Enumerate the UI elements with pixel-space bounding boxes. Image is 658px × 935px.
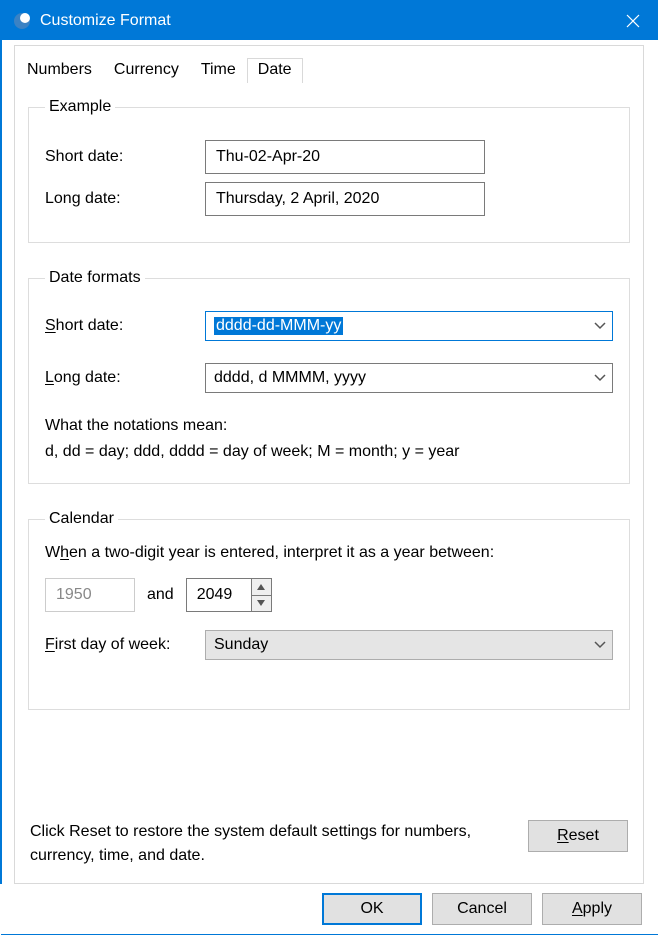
- first-day-combo[interactable]: Sunday: [205, 630, 613, 660]
- tab-time[interactable]: Time: [190, 58, 247, 83]
- long-date-format-value: dddd, d MMMM, yyyy: [214, 369, 366, 387]
- chevron-down-icon: [594, 369, 606, 387]
- reset-help-text: Click Reset to restore the system defaul…: [30, 820, 508, 868]
- tab-strip: Numbers Currency Time Date: [2, 40, 658, 83]
- ok-button[interactable]: OK: [322, 893, 422, 925]
- label-example-short: Short date:: [45, 148, 205, 166]
- apply-button[interactable]: Apply: [542, 893, 642, 925]
- year-to-spinner[interactable]: 2049: [186, 578, 272, 612]
- value-example-short: Thu-02-Apr-20: [205, 140, 485, 174]
- label-short-date-format: Short date:: [45, 317, 205, 335]
- first-day-value: Sunday: [214, 636, 268, 654]
- chevron-down-icon: [594, 636, 606, 654]
- group-example: Example Short date: Thu-02-Apr-20 Long d…: [28, 98, 630, 243]
- short-date-format-combo[interactable]: dddd-dd-MMM-yy: [205, 311, 613, 341]
- notations-line2: d, dd = day; ddd, dddd = day of week; M …: [45, 439, 613, 465]
- legend-calendar: Calendar: [45, 510, 118, 528]
- spin-up-icon[interactable]: [252, 579, 271, 596]
- app-icon: [12, 11, 32, 31]
- label-and: and: [147, 586, 174, 604]
- long-date-format-combo[interactable]: dddd, d MMMM, yyyy: [205, 363, 613, 393]
- spin-down-icon[interactable]: [252, 596, 271, 612]
- year-to-value: 2049: [187, 579, 251, 611]
- reset-button[interactable]: Reset: [528, 820, 628, 852]
- notations-line1: What the notations mean:: [45, 413, 613, 439]
- year-from-input: 1950: [45, 578, 135, 612]
- group-calendar: Calendar When a two-digit year is entere…: [28, 510, 630, 710]
- chevron-down-icon: [594, 317, 606, 335]
- group-date-formats: Date formats Short date: dddd-dd-MMM-yy …: [28, 269, 630, 484]
- value-example-long: Thursday, 2 April, 2020: [205, 182, 485, 216]
- legend-date-formats: Date formats: [45, 269, 145, 287]
- tab-numbers[interactable]: Numbers: [16, 58, 103, 83]
- label-example-long: Long date:: [45, 190, 205, 208]
- tab-content-date: Example Short date: Thu-02-Apr-20 Long d…: [14, 84, 644, 884]
- label-two-digit-year: When a two-digit year is entered, interp…: [45, 544, 613, 562]
- dialog-buttons: OK Cancel Apply: [0, 884, 658, 934]
- legend-example: Example: [45, 98, 115, 116]
- titlebar: Customize Format: [2, 2, 658, 40]
- close-button[interactable]: [608, 2, 658, 40]
- notations-help: What the notations mean: d, dd = day; dd…: [45, 413, 613, 465]
- year-to-spin-buttons[interactable]: [251, 579, 271, 611]
- tab-currency[interactable]: Currency: [103, 58, 190, 83]
- tab-date[interactable]: Date: [247, 58, 303, 83]
- cancel-button[interactable]: Cancel: [432, 893, 532, 925]
- label-first-day: First day of week:: [45, 636, 205, 654]
- window-title: Customize Format: [40, 12, 171, 30]
- short-date-format-value: dddd-dd-MMM-yy: [214, 317, 343, 335]
- label-long-date-format: Long date:: [45, 369, 205, 387]
- reset-row: Click Reset to restore the system defaul…: [30, 820, 628, 868]
